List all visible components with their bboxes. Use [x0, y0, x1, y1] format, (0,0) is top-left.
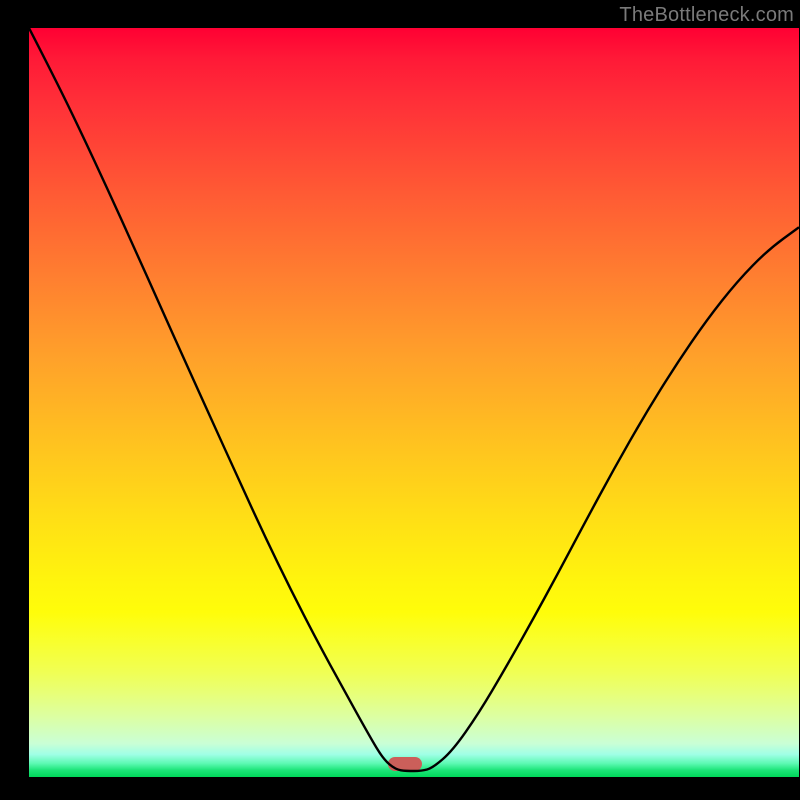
curve-path — [29, 28, 799, 771]
chart-stage: TheBottleneck.com — [0, 0, 800, 800]
plot-area — [29, 28, 799, 777]
bottleneck-curve — [29, 28, 799, 777]
watermark-text: TheBottleneck.com — [619, 4, 794, 27]
